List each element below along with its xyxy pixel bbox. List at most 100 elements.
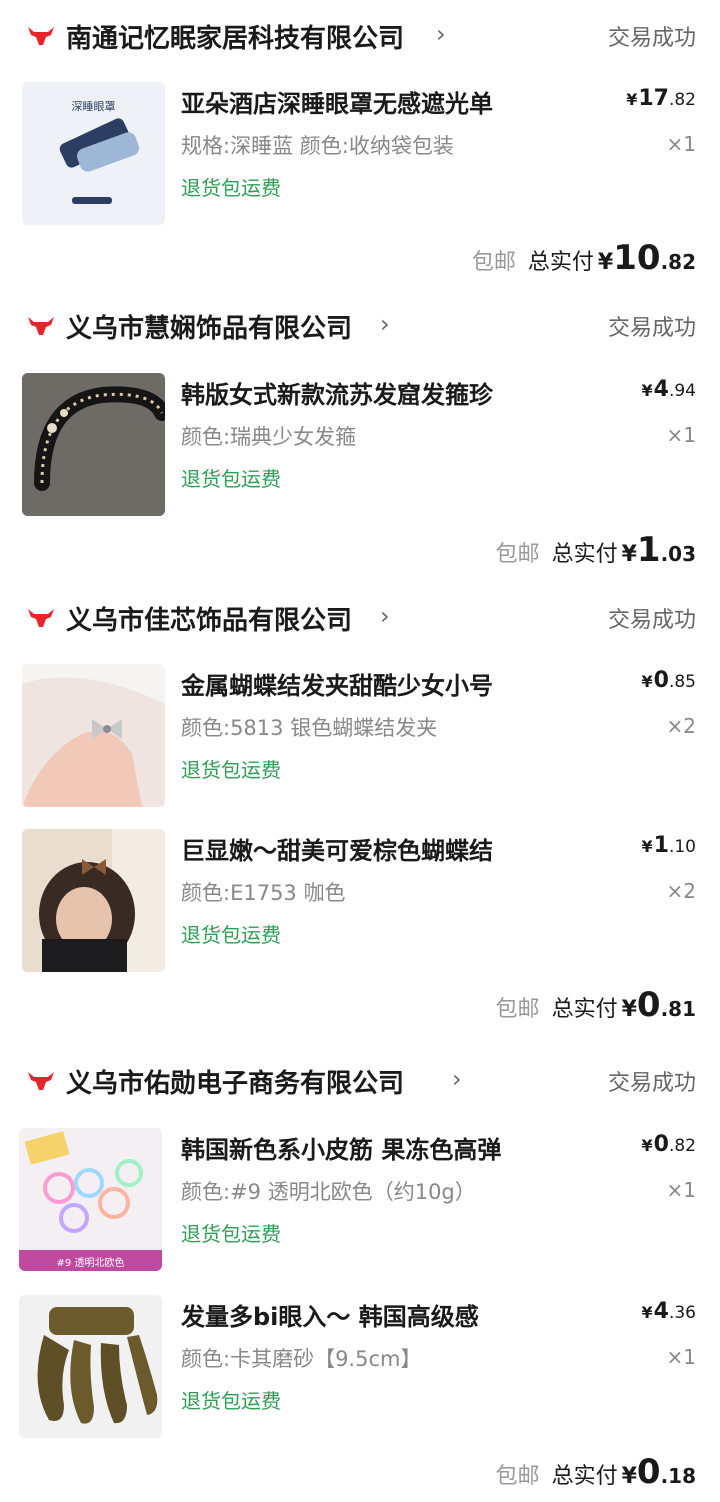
store-logo-icon [28,317,54,335]
price-integer: 0 [653,1132,669,1157]
hair-ties-image [19,1128,162,1271]
store-header[interactable]: 义乌市佳芯饰品有限公司 › 交易成功 [0,592,720,652]
price-integer: 0 [653,668,669,693]
order-total: 包邮 总实付 ¥10.82 [472,238,696,288]
price-integer: 4 [653,377,669,402]
chevron-right-icon[interactable]: › [380,602,390,630]
currency-symbol: ¥ [641,1303,653,1322]
product-quantity: ×1 [666,423,696,447]
claw-clip-image [19,1295,162,1438]
product-quantity: ×1 [666,1178,696,1202]
shipping-label: 包邮 [471,250,516,275]
product-title[interactable]: 韩版女式新款流苏发窟发箍珍 [181,375,493,410]
return-shipping-tag: 退货包运费 [181,1389,281,1413]
shipping-label: 包邮 [495,997,540,1022]
order-status: 交易成功 [607,608,696,633]
return-shipping-tag: 退货包运费 [181,467,281,491]
store-logo-icon [28,1072,54,1090]
total-integer: 1 [636,530,661,570]
currency-symbol: ¥ [597,250,614,275]
product-thumbnail[interactable] [22,664,165,807]
price-decimal: .36 [668,1303,696,1323]
order-item[interactable]: #9 透明北欧色 韩国新色系小皮筋 果冻色高弹 颜色:#9 透明北欧色（约10g… [0,1128,720,1278]
order-item[interactable]: 巨显嫩～甜美可爱棕色蝴蝶结 颜色:E1753 咖色 退货包运费 ¥1.10 ×2 [0,829,720,979]
total-decimal: .18 [660,1464,696,1488]
product-price: ¥4.94 [642,377,697,402]
product-title[interactable]: 亚朵酒店深睡眼罩无感遮光单 [181,84,493,119]
currency-symbol: ¥ [621,542,637,567]
product-quantity: ×1 [666,132,696,156]
order-total: 包邮 总实付 ¥0.18 [496,1452,696,1502]
product-spec: 颜色:E1753 咖色 [181,881,346,905]
order-status: 交易成功 [607,316,696,341]
store-name[interactable]: 义乌市慧娴饰品有限公司 [66,308,352,345]
total-label: 总实付 [527,250,594,275]
total-label: 总实付 [551,997,618,1022]
product-price: ¥17.82 [626,86,696,111]
total-decimal: .81 [660,997,696,1021]
currency-symbol: ¥ [641,672,653,691]
product-title[interactable]: 发量多bi眼入～ 韩国高级感 [181,1297,479,1332]
return-shipping-tag: 退货包运费 [181,758,281,782]
price-decimal: .85 [668,672,696,692]
return-shipping-tag: 退货包运费 [181,923,281,947]
product-quantity: ×2 [666,714,696,738]
store-name[interactable]: 义乌市佑勋电子商务有限公司 [66,1063,404,1100]
product-quantity: ×1 [666,1345,696,1369]
product-title[interactable]: 金属蝴蝶结发夹甜酷少女小号 [181,666,493,701]
order-status: 交易成功 [607,26,696,51]
chevron-right-icon[interactable]: › [380,310,390,338]
currency-symbol: ¥ [621,997,637,1022]
product-thumbnail-label: #9 透明北欧色 [56,1258,125,1269]
currency-symbol: ¥ [641,837,653,856]
product-spec: 颜色:5813 银色蝴蝶结发夹 [181,716,438,740]
product-spec: 规格:深睡蓝 颜色:收纳袋包装 [181,134,454,158]
shipping-label: 包邮 [495,542,540,567]
product-spec: 颜色:瑞典少女发箍 [181,425,357,449]
order-item[interactable]: 韩版女式新款流苏发窟发箍珍 颜色:瑞典少女发箍 退货包运费 ¥4.94 ×1 [0,373,720,523]
product-title[interactable]: 巨显嫩～甜美可爱棕色蝴蝶结 [181,831,493,866]
product-thumbnail-label: 深睡眼罩 [71,100,116,113]
product-title[interactable]: 韩国新色系小皮筋 果冻色高弹 [181,1130,501,1165]
currency-symbol: ¥ [626,90,638,109]
currency-symbol: ¥ [621,1464,637,1489]
product-thumbnail[interactable] [22,373,165,516]
price-decimal: .94 [668,381,696,401]
product-thumbnail[interactable] [22,829,165,972]
product-thumbnail[interactable]: 深睡眼罩 [22,82,165,225]
product-price: ¥0.85 [642,668,697,693]
chevron-right-icon[interactable]: › [452,1065,462,1093]
store-logo-icon [28,609,54,627]
chevron-right-icon[interactable]: › [436,20,446,48]
total-decimal: .03 [660,542,696,566]
store-header[interactable]: 义乌市慧娴饰品有限公司 › 交易成功 [0,300,720,360]
shipping-label: 包邮 [495,1464,540,1489]
price-integer: 4 [653,1299,669,1324]
order-status: 交易成功 [607,1071,696,1096]
store-logo-icon [28,27,54,45]
order-item[interactable]: 金属蝴蝶结发夹甜酷少女小号 颜色:5813 银色蝴蝶结发夹 退货包运费 ¥0.8… [0,664,720,814]
price-decimal: .82 [668,1136,696,1156]
order-item[interactable]: 深睡眼罩 亚朵酒店深睡眼罩无感遮光单 规格:深睡蓝 颜色:收纳袋包装 退货包运费… [0,82,720,232]
order-total: 包邮 总实付 ¥1.03 [496,530,696,580]
product-price: ¥1.10 [642,833,697,858]
product-quantity: ×2 [666,879,696,903]
total-label: 总实付 [551,542,618,567]
price-decimal: .82 [668,90,696,110]
product-price: ¥4.36 [642,1299,697,1324]
order-total: 包邮 总实付 ¥0.81 [496,985,696,1035]
store-header[interactable]: 义乌市佑勋电子商务有限公司 › 交易成功 [0,1055,720,1115]
product-price: ¥0.82 [642,1132,697,1157]
store-name[interactable]: 南通记忆眠家居科技有限公司 [66,18,404,55]
currency-symbol: ¥ [641,381,653,400]
product-spec: 颜色:#9 透明北欧色（约10g） [181,1180,476,1204]
store-header[interactable]: 南通记忆眠家居科技有限公司 › 交易成功 [0,10,720,70]
total-integer: 0 [636,985,661,1025]
headband-image [22,373,165,516]
store-name[interactable]: 义乌市佳芯饰品有限公司 [66,600,352,637]
product-thumbnail[interactable] [19,1295,162,1438]
order-item[interactable]: 发量多bi眼入～ 韩国高级感 颜色:卡其磨砂【9.5cm】 退货包运费 ¥4.3… [0,1295,720,1445]
product-thumbnail[interactable]: #9 透明北欧色 [19,1128,162,1271]
total-integer: 10 [613,238,661,278]
return-shipping-tag: 退货包运费 [181,1222,281,1246]
